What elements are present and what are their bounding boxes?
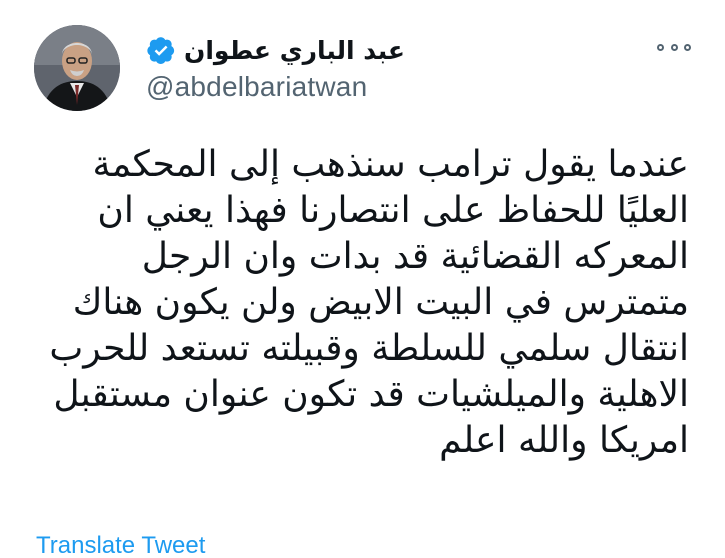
more-options-icon[interactable] [657,40,691,54]
more-dot [657,43,664,51]
tweet-line: انتقال سلمي للسلطة وقبيلته تستعد للحرب [49,328,689,369]
tweet-line: امريكا والله اعلم [439,420,689,461]
tweet-line: العليًا للحفاظ على انتصارنا فهذا يعني ان [97,190,689,231]
user-handle[interactable]: @abdelbariatwan [146,71,367,103]
tweet-line: عندما يقول ترامب سنذهب إلى المحكمة [92,144,689,185]
translate-tweet-link[interactable]: Translate Tweet [36,532,205,558]
display-name[interactable]: عبد الباري عطوان [184,36,405,65]
avatar[interactable] [34,25,120,111]
more-dot [684,43,691,51]
profile-photo [34,25,120,111]
tweet-line: المعركه القضائية قد بدات وان الرجل [141,236,689,277]
tweet-card: عبد الباري عطوان @abdelbariatwan عندما ي… [0,0,725,558]
verified-badge-icon [147,37,175,64]
author-name-row[interactable]: عبد الباري عطوان [146,32,405,68]
more-dot [670,43,678,51]
tweet-line: الاهلية والميلشيات قد تكون عنوان مستقبل [53,374,689,415]
tweet-line: متمترس في البيت الابيض ولن يكون هناك [72,282,689,323]
tweet-text: عندما يقول ترامب سنذهب إلى المحكمة العلي… [40,142,689,464]
